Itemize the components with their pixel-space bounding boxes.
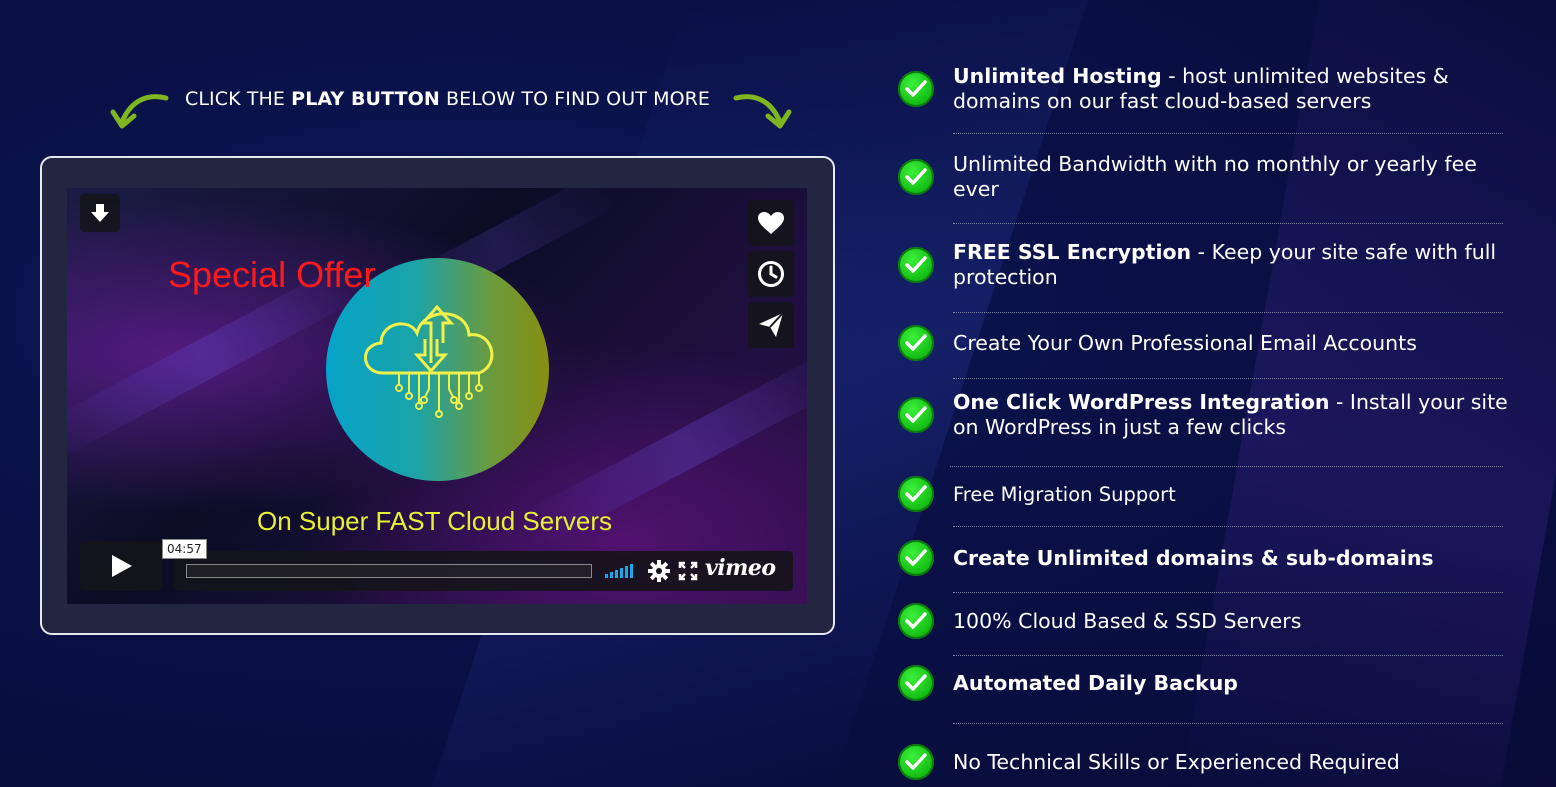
- feature-rest: Create Your Own Professional Email Accou…: [953, 330, 1417, 355]
- feature-item: Free Migration Support: [898, 476, 1528, 512]
- green-check-icon: [898, 325, 934, 361]
- feature-item: Create Your Own Professional Email Accou…: [898, 325, 1528, 361]
- feature-text: Automated Daily Backup: [953, 671, 1528, 696]
- play-button[interactable]: [80, 541, 162, 591]
- divider: [953, 223, 1503, 224]
- settings-icon[interactable]: [648, 560, 670, 582]
- fast-servers-text: On Super FAST Cloud Servers: [257, 506, 613, 536]
- green-check-icon: [898, 540, 934, 576]
- green-check-icon: [898, 71, 934, 107]
- video-frame: Special Offer On Super FAST Cloud Server…: [40, 156, 835, 635]
- feature-text: No Technical Skills or Experienced Requi…: [953, 750, 1528, 775]
- feature-item: Unlimited Hosting - host unlimited websi…: [898, 64, 1528, 114]
- feature-bold: One Click WordPress Integration: [953, 390, 1330, 414]
- feature-item: One Click WordPress Integration - Instal…: [898, 390, 1528, 440]
- duration-tooltip: 04:57: [162, 539, 207, 559]
- progress-bar[interactable]: [186, 564, 592, 578]
- feature-item: Automated Daily Backup: [898, 665, 1528, 701]
- cta-text: CLICK THE PLAY BUTTON BELOW TO FIND OUT …: [185, 88, 710, 110]
- feature-item: FREE SSL Encryption - Keep your site saf…: [898, 240, 1528, 290]
- like-button[interactable]: [748, 200, 794, 246]
- green-check-icon: [898, 247, 934, 283]
- feature-item: Unlimited Bandwidth with no monthly or y…: [898, 152, 1528, 202]
- green-check-icon: [898, 476, 934, 512]
- green-check-icon: [898, 744, 934, 780]
- feature-rest: No Technical Skills or Experienced Requi…: [953, 749, 1400, 774]
- play-icon: [112, 555, 132, 577]
- fullscreen-icon[interactable]: [678, 561, 698, 581]
- clock-icon: [758, 261, 784, 287]
- feature-rest: 100% Cloud Based & SSD Servers: [953, 608, 1302, 633]
- divider: [953, 133, 1503, 134]
- feature-item: No Technical Skills or Experienced Requi…: [898, 744, 1528, 780]
- divider: [953, 723, 1503, 724]
- feature-text: Create Your Own Professional Email Accou…: [953, 331, 1528, 356]
- green-check-icon: [898, 603, 934, 639]
- feature-text: One Click WordPress Integration - Instal…: [953, 390, 1528, 440]
- feature-text: 100% Cloud Based & SSD Servers: [953, 609, 1528, 634]
- divider: [953, 378, 1503, 379]
- cta-bold: PLAY BUTTON: [291, 88, 440, 110]
- divider: [953, 526, 1503, 527]
- special-offer-text: Special Offer: [168, 254, 376, 295]
- feature-rest: Unlimited Bandwidth with no monthly or y…: [953, 152, 1477, 201]
- feature-text: Free Migration Support: [953, 482, 1528, 507]
- volume-icon[interactable]: [605, 564, 635, 578]
- feature-bold: Automated Daily Backup: [953, 670, 1238, 695]
- feature-text: FREE SSL Encryption - Keep your site saf…: [953, 240, 1528, 290]
- divider: [950, 466, 1503, 467]
- cloud-upload-icon: [364, 304, 494, 418]
- feature-bold: FREE SSL Encryption: [953, 240, 1192, 264]
- green-check-icon: [898, 665, 934, 701]
- feature-text: Create Unlimited domains & sub-domains: [953, 546, 1528, 571]
- feature-item: Create Unlimited domains & sub-domains: [898, 540, 1528, 576]
- feature-text: Unlimited Bandwidth with no monthly or y…: [953, 152, 1528, 202]
- cta-header: CLICK THE PLAY BUTTON BELOW TO FIND OUT …: [110, 82, 800, 132]
- divider: [953, 592, 1503, 593]
- share-button[interactable]: [748, 302, 794, 348]
- green-check-icon: [898, 397, 934, 433]
- download-button[interactable]: [80, 194, 120, 232]
- curved-arrow-right-icon: [733, 94, 792, 129]
- send-icon: [759, 312, 784, 337]
- video-control-bar: vimeo: [173, 551, 793, 591]
- divider: [953, 655, 1503, 656]
- feature-bold: Create Unlimited domains & sub-domains: [953, 545, 1434, 570]
- video-player[interactable]: Special Offer On Super FAST Cloud Server…: [67, 188, 807, 604]
- vimeo-logo[interactable]: vimeo: [705, 555, 776, 581]
- divider: [953, 312, 1503, 313]
- watch-later-button[interactable]: [748, 251, 794, 297]
- cta-suffix: BELOW TO FIND OUT MORE: [439, 88, 711, 110]
- feature-bold: Unlimited Hosting: [953, 64, 1162, 88]
- curved-arrow-left-icon: [110, 94, 169, 129]
- feature-rest: Free Migration Support: [953, 482, 1176, 506]
- cta-prefix: CLICK THE: [185, 88, 292, 110]
- heart-icon: [758, 212, 784, 234]
- green-check-icon: [898, 159, 934, 195]
- download-icon: [91, 204, 109, 222]
- feature-text: Unlimited Hosting - host unlimited websi…: [953, 64, 1528, 114]
- feature-item: 100% Cloud Based & SSD Servers: [898, 603, 1528, 639]
